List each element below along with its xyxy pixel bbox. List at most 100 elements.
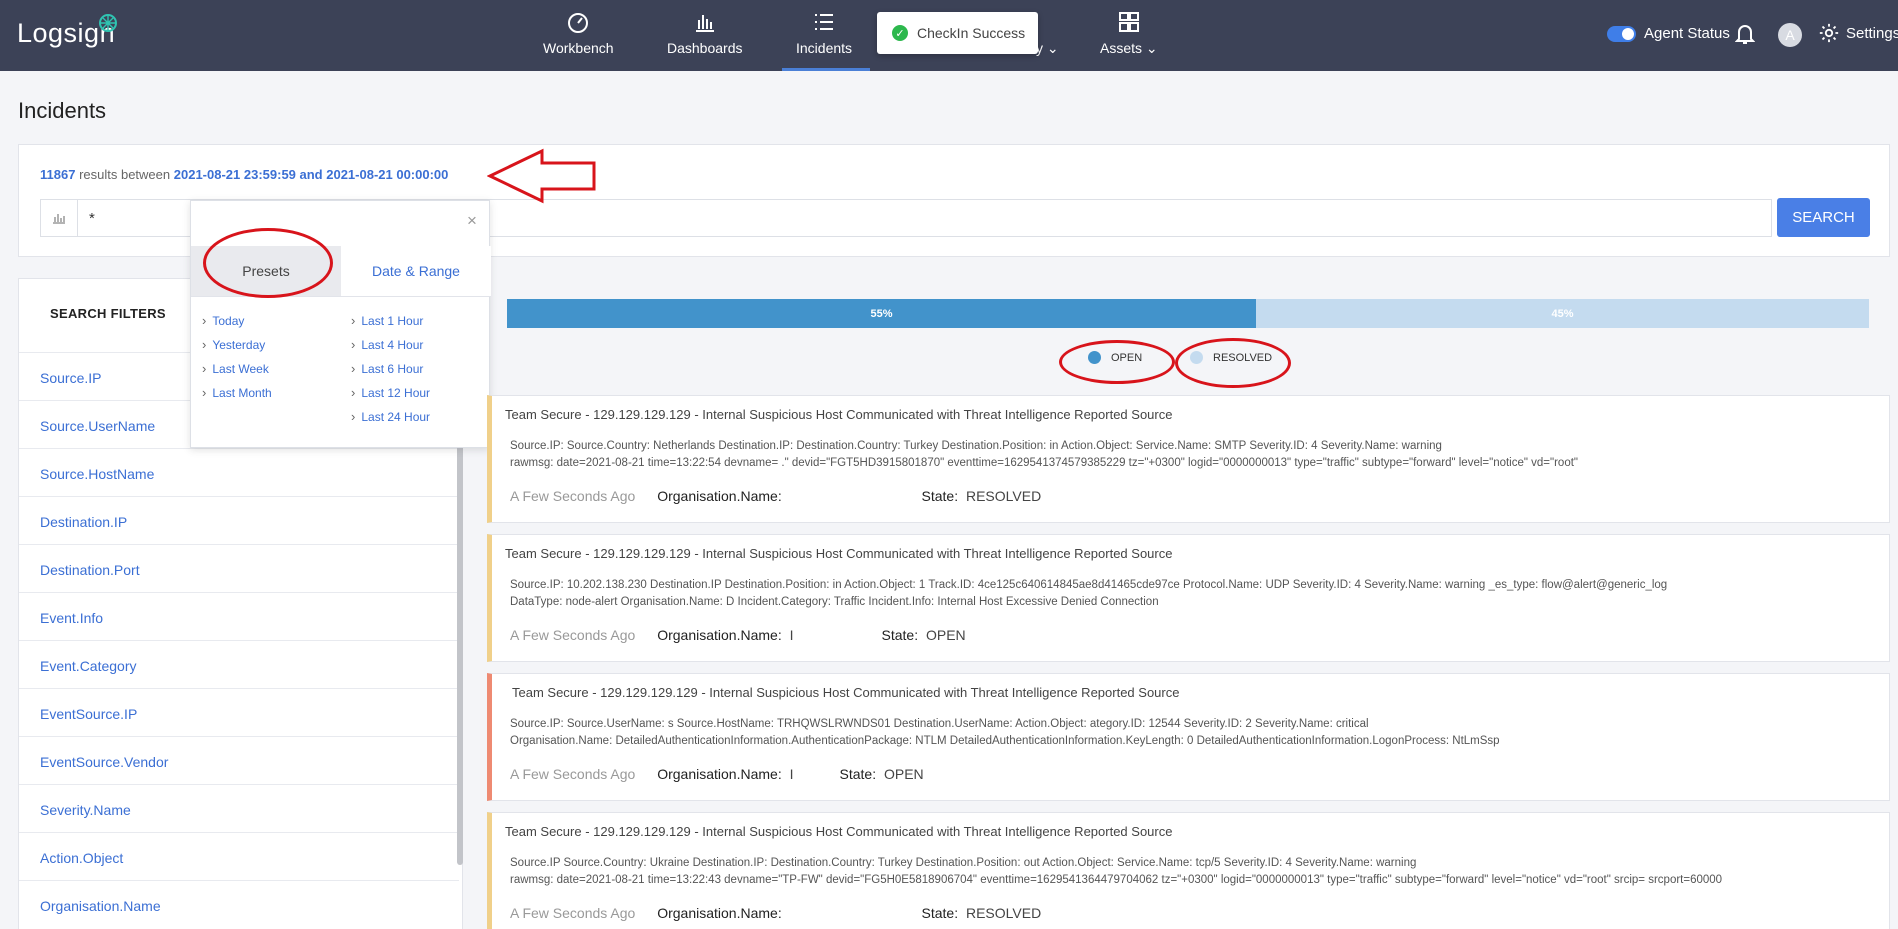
agent-status-toggle[interactable] (1607, 25, 1636, 42)
results-count: 11867 (40, 167, 76, 182)
incident-card[interactable]: Team Secure - 129.129.129.129 - Internal… (487, 534, 1890, 662)
annotation-circle-resolved (1175, 338, 1291, 388)
preset-last-4-hour[interactable]: Last 4 Hour (351, 337, 423, 352)
incident-state-label: State: (881, 627, 919, 643)
chevron-down-icon: ⌄ (1046, 40, 1059, 56)
incident-state-label: State: (921, 905, 959, 921)
nav-label: Assets (1100, 40, 1143, 56)
annotation-circle-open (1059, 340, 1175, 384)
annotation-arrow-icon (487, 148, 596, 204)
search-button[interactable]: SEARCH (1777, 198, 1870, 237)
filter-item[interactable]: Severity.Name (19, 784, 459, 832)
preset-yesterday[interactable]: Yesterday (202, 337, 265, 352)
incident-footer: A Few Seconds Ago Organisation.Name: Sta… (510, 905, 1041, 921)
nav-label: Incidents (796, 40, 853, 56)
grid-icon (1118, 12, 1139, 32)
filter-item[interactable]: EventSource.Vendor (19, 736, 459, 784)
preset-last-week[interactable]: Last Week (202, 361, 268, 376)
open-percent-label: 55% (870, 307, 893, 320)
incident-card[interactable]: Team Secure - 129.129.129.129 - Internal… (487, 395, 1890, 523)
filter-item[interactable]: Event.Info (19, 592, 459, 640)
incident-fields-line-2: rawmsg: date=2021-08-21 time=13:22:54 de… (510, 457, 1578, 469)
preset-last-6-hour[interactable]: Last 6 Hour (351, 361, 423, 376)
search-filters-title: SEARCH FILTERS (50, 306, 166, 321)
nav-workbench[interactable]: Workbench (543, 10, 614, 56)
incident-footer: A Few Seconds Ago Organisation.Name: I S… (510, 627, 966, 643)
filter-item[interactable]: Action.Object (19, 832, 459, 880)
state-distribution-bar: 55% 45% (507, 299, 1869, 328)
incident-org-value: I (789, 627, 794, 643)
incident-org-label: Organisation.Name: (657, 766, 782, 782)
close-icon[interactable]: × (467, 211, 477, 231)
bar-chart-icon (695, 15, 714, 32)
incident-fields-line-2: DataType: node-alert Organisation.Name: … (510, 596, 1159, 608)
incident-state-value: RESOLVED (965, 905, 1042, 921)
filter-item[interactable]: Source.HostName (19, 448, 459, 496)
incident-fields-line-1: Source.IP: 10.202.138.230 Destination.IP… (510, 579, 1668, 591)
incident-state-value: OPEN (925, 627, 966, 643)
filter-item[interactable]: Organisation.Name (19, 880, 459, 928)
incident-state-value: RESOLVED (965, 488, 1042, 504)
nav-label: Dashboards (667, 40, 743, 56)
results-between-text: results between (79, 167, 171, 182)
annotation-circle-presets (203, 228, 333, 298)
incident-fields-line-1: Source.IP Source.Country: Ukraine Destin… (510, 857, 1417, 869)
preset-last-24-hour[interactable]: Last 24 Hour (351, 409, 430, 424)
filters-scrollbar[interactable] (457, 445, 463, 865)
incident-time: A Few Seconds Ago (510, 766, 636, 782)
incident-time: A Few Seconds Ago (510, 488, 636, 504)
incident-title[interactable]: Team Secure - 129.129.129.129 - Internal… (512, 685, 1179, 700)
nav-active-indicator (782, 68, 870, 71)
gear-icon (1819, 23, 1839, 43)
tab-date-range[interactable]: Date & Range (341, 246, 491, 296)
incident-org-label: Organisation.Name: (657, 488, 782, 504)
agent-status[interactable]: Agent Status (1607, 25, 1730, 42)
checkin-toast: ✓ CheckIn Success (877, 12, 1038, 54)
incident-card[interactable]: Team Secure - 129.129.129.129 - Internal… (487, 673, 1890, 801)
incident-title[interactable]: Team Secure - 129.129.129.129 - Internal… (505, 546, 1172, 561)
incident-fields-line-1: Source.IP: Source.UserName: s Source.Hos… (510, 718, 1369, 730)
chevron-down-icon: ⌄ (1145, 40, 1158, 56)
incident-org-value: I (789, 766, 794, 782)
page-title: Incidents (18, 98, 107, 123)
incident-footer: A Few Seconds Ago Organisation.Name: Sta… (510, 488, 1041, 504)
nav-security[interactable]: y ⌄ (1036, 40, 1059, 57)
agent-status-label: Agent Status (1644, 25, 1730, 42)
incident-footer: A Few Seconds Ago Organisation.Name: I S… (510, 766, 924, 782)
results-date-range[interactable]: 2021-08-21 23:59:59 and 2021-08-21 00:00… (174, 167, 449, 182)
chart-toggle-icon[interactable] (41, 200, 78, 236)
filter-item[interactable]: Destination.Port (19, 544, 459, 592)
check-circle-icon: ✓ (892, 25, 908, 41)
settings-menu[interactable]: Settings (1818, 22, 1898, 44)
filter-item[interactable]: EventSource.IP (19, 688, 459, 736)
incident-fields-line-1: Source.IP: Source.Country: Netherlands D… (510, 440, 1442, 452)
incident-org-label: Organisation.Name: (657, 905, 782, 921)
nav-assets[interactable]: Assets ⌄ (1100, 10, 1158, 57)
nav-incidents[interactable]: Incidents (796, 10, 852, 56)
incident-fields-line-2: rawmsg: date=2021-08-21 time=13:22:43 de… (510, 874, 1723, 886)
preset-last-12-hour[interactable]: Last 12 Hour (351, 385, 430, 400)
incident-org-label: Organisation.Name: (657, 627, 782, 643)
avatar[interactable]: A (1778, 23, 1802, 47)
bell-icon[interactable] (1735, 23, 1755, 45)
incident-state-label: State: (921, 488, 959, 504)
nav-dashboards[interactable]: Dashboards (667, 10, 743, 56)
preset-last-month[interactable]: Last Month (202, 385, 271, 400)
open-segment[interactable]: 55% (507, 299, 1257, 328)
resolved-segment[interactable]: 45% (1256, 299, 1869, 328)
incident-fields-line-2: Organisation.Name: DetailedAuthenticatio… (510, 735, 1500, 747)
filter-item[interactable]: Destination.IP (19, 496, 459, 544)
gauge-icon (568, 13, 589, 33)
incident-card[interactable]: Team Secure - 129.129.129.129 - Internal… (487, 812, 1890, 929)
incident-time: A Few Seconds Ago (510, 627, 636, 643)
incident-title[interactable]: Team Secure - 129.129.129.129 - Internal… (505, 407, 1172, 422)
incident-time: A Few Seconds Ago (510, 905, 636, 921)
list-icon (815, 14, 834, 30)
incident-title[interactable]: Team Secure - 129.129.129.129 - Internal… (505, 824, 1172, 839)
filter-item[interactable]: Event.Category (19, 640, 459, 688)
nav-label: Workbench (543, 40, 614, 56)
incident-state-label: State: (839, 766, 877, 782)
preset-last-1-hour[interactable]: Last 1 Hour (351, 313, 423, 328)
toast-message: CheckIn Success (917, 25, 1026, 41)
preset-today[interactable]: Today (202, 313, 244, 328)
